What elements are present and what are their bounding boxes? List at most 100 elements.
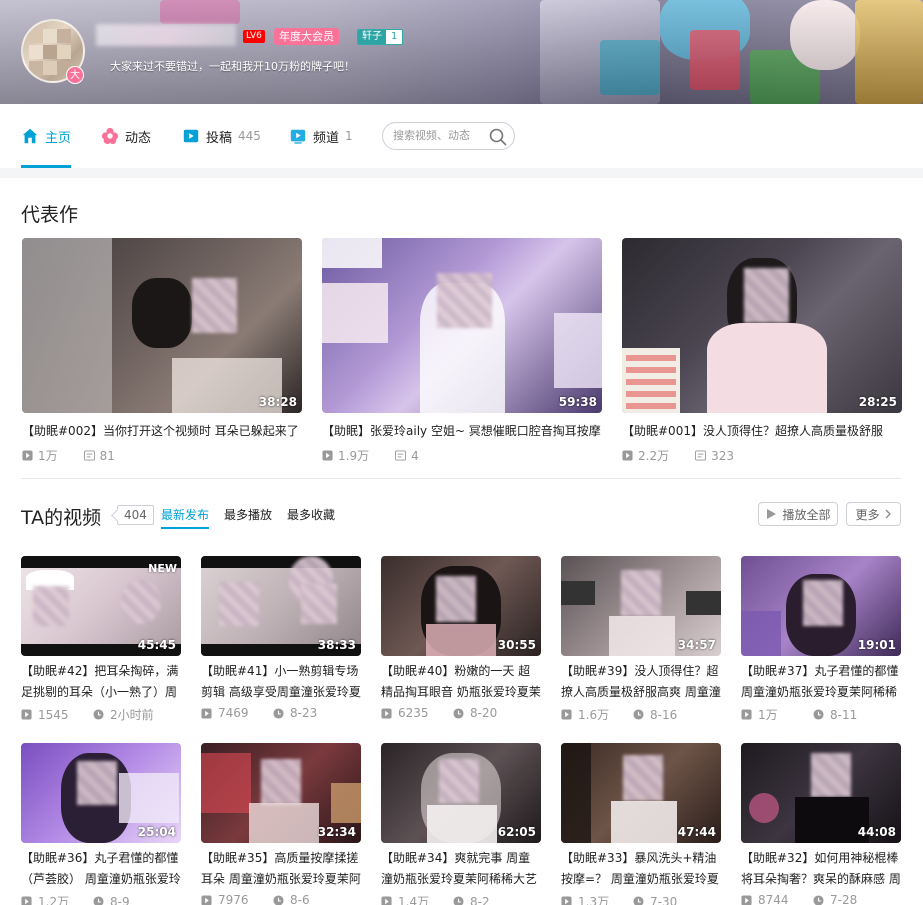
video-card[interactable]: 34:57 【助眠#39】没人顶得住？超撩人高质量极舒服高爽 周童潼 1.6万 … <box>561 556 721 723</box>
play-icon <box>767 509 777 519</box>
video-meta: 1万 81 <box>22 447 302 464</box>
video-card[interactable]: 25:04 【助眠#36】丸子君懂的都懂（芦荟胶） 周童潼奶瓶张爱玲 1.2万 … <box>21 743 181 905</box>
video-card[interactable]: NEW 45:45 【助眠#42】把耳朵掏碎，满足挑剔的耳朵（小一熟了）周 15… <box>21 556 181 723</box>
video-thumbnail[interactable]: 38:28 <box>22 238 302 413</box>
vip-badge[interactable]: 年度大会员 <box>274 28 339 45</box>
channel-icon <box>290 129 306 144</box>
video-thumbnail[interactable]: 19:01 <box>741 556 901 656</box>
play-count: 1.2万 <box>38 895 70 905</box>
tab-dynamic[interactable]: 动态 <box>101 104 151 168</box>
tab-posts[interactable]: 投稿 445 <box>182 104 261 168</box>
tab-home-label: 主页 <box>45 130 72 146</box>
video-card[interactable]: 38:33 【助眠#41】小一熟剪辑专场 剪辑 高级享受周童潼张爱玲夏 7469… <box>201 556 361 720</box>
video-meta: 7469 8-23 <box>201 706 361 720</box>
video-meta: 1.3万 7-30 <box>561 893 721 905</box>
video-title[interactable]: 【助眠#001】没人顶得住？超撩人高质量极舒服 <box>622 422 902 439</box>
play-count-icon <box>381 707 392 719</box>
representative-card[interactable]: 38:28 【助眠#002】当你打开这个视频时 耳朵已躲起来了 1万 81 <box>22 238 302 464</box>
representative-card[interactable]: 59:38 【助眠】张爱玲aily 空姐~ 冥想催眠口腔音掏耳按摩 1.9万 4 <box>322 238 602 464</box>
video-duration: 32:34 <box>317 825 356 839</box>
video-title[interactable]: 【助眠#39】没人顶得住？超撩人高质量极舒服高爽 周童潼 <box>561 661 721 703</box>
clock-icon <box>273 894 284 905</box>
publish-date: 2小时前 <box>110 708 154 722</box>
play-count: 1.6万 <box>578 708 610 722</box>
video-title[interactable]: 【助眠#002】当你打开这个视频时 耳朵已躲起来了 <box>22 422 302 439</box>
representative-card[interactable]: 28:25 【助眠#001】没人顶得住？超撩人高质量极舒服 2.2万 323 <box>622 238 902 464</box>
tab-latest[interactable]: 最新发布 <box>161 506 210 529</box>
video-card[interactable]: 62:05 【助眠#34】爽就完事 周童潼奶瓶张爱玲夏茉阿稀稀大艺术 1.4万 … <box>381 743 541 905</box>
video-title[interactable]: 【助眠#37】丸子君懂的都懂 周童潼奶瓶张爱玲夏茉阿稀稀 <box>741 661 901 703</box>
play-count-icon <box>741 894 752 905</box>
clock-icon <box>633 709 644 720</box>
video-card[interactable]: 44:08 【助眠#32】如何用神秘棍棒将耳朵掏奢？爽呆的酥麻感 周 8744 … <box>741 743 901 905</box>
video-card[interactable]: 30:55 【助眠#40】粉嫩的一天 超精品掏耳眼音 奶瓶张爱玲夏茉阿 6235… <box>381 556 541 720</box>
video-duration: 45:45 <box>137 638 176 652</box>
search-input[interactable]: 搜索视频、动态 <box>382 122 515 150</box>
video-meta: 2.2万 323 <box>622 447 902 464</box>
video-thumbnail[interactable]: 38:33 <box>201 556 361 656</box>
video-thumbnail[interactable]: NEW 45:45 <box>21 556 181 656</box>
play-count: 1545 <box>38 707 69 722</box>
video-thumbnail[interactable]: 25:04 <box>21 743 181 843</box>
tab-home[interactable]: 主页 <box>21 104 72 168</box>
videos-count: 404 <box>117 505 154 525</box>
video-title[interactable]: 【助眠#33】暴风洗头+精油按摩=？ 周童潼奶瓶张爱玲夏 <box>561 848 721 890</box>
video-title[interactable]: 【助眠#42】把耳朵掏碎，满足挑剔的耳朵（小一熟了）周 <box>21 661 181 703</box>
video-duration: 25:04 <box>137 825 176 839</box>
play-all-button[interactable]: 播放全部 <box>758 502 838 526</box>
video-meta: 1万 8-11 <box>741 706 901 723</box>
tab-most-played[interactable]: 最多播放 <box>224 506 272 523</box>
search-placeholder: 搜索视频、动态 <box>393 129 470 142</box>
play-count-icon <box>381 896 392 905</box>
video-title[interactable]: 【助眠#36】丸子君懂的都懂（芦荟胶） 周童潼奶瓶张爱玲 <box>21 848 181 890</box>
more-button[interactable]: 更多 <box>846 502 901 526</box>
video-title[interactable]: 【助眠#32】如何用神秘棍棒将耳朵掏奢？爽呆的酥麻感 周 <box>741 848 901 890</box>
video-thumbnail[interactable]: 44:08 <box>741 743 901 843</box>
chevron-right-icon <box>885 509 891 519</box>
publish-date: 8-20 <box>470 706 498 720</box>
video-duration: 47:44 <box>677 825 716 839</box>
play-count-icon <box>622 450 633 461</box>
tab-channel[interactable]: 频道 1 <box>289 104 353 168</box>
danmaku-icon <box>695 450 707 461</box>
play-count-icon <box>561 709 572 720</box>
clock-icon <box>813 894 824 905</box>
tab-posts-label: 投稿 <box>206 130 233 146</box>
video-title[interactable]: 【助眠】张爱玲aily 空姐~ 冥想催眠口腔音掏耳按摩 <box>322 422 602 439</box>
clock-icon <box>453 896 464 905</box>
video-thumbnail[interactable]: 30:55 <box>381 556 541 656</box>
clock-icon <box>273 707 284 719</box>
video-card[interactable]: 19:01 【助眠#37】丸子君懂的都懂 周童潼奶瓶张爱玲夏茉阿稀稀 1万 8-… <box>741 556 901 723</box>
tab-dynamic-label: 动态 <box>125 130 152 146</box>
tab-posts-count: 445 <box>238 129 261 143</box>
banner-shade <box>0 0 923 104</box>
section-divider <box>21 478 901 479</box>
space-nav: 主页 动态 投稿 445 频道 1 搜索视频、动态 <box>0 104 923 168</box>
video-meta: 7976 8-6 <box>201 893 361 905</box>
video-title[interactable]: 【助眠#41】小一熟剪辑专场 剪辑 高级享受周童潼张爱玲夏 <box>201 661 361 703</box>
play-count: 1.9万 <box>338 449 370 463</box>
fan-medal[interactable]: 轩子 1 <box>357 29 404 45</box>
video-title[interactable]: 【助眠#40】粉嫩的一天 超精品掏耳眼音 奶瓶张爱玲夏茉阿 <box>381 661 541 703</box>
tab-most-favorited[interactable]: 最多收藏 <box>287 506 335 523</box>
publish-date: 8-23 <box>290 706 318 720</box>
video-thumbnail[interactable]: 47:44 <box>561 743 721 843</box>
video-title[interactable]: 【助眠#35】高质量按摩揉搓耳朵 周童潼奶瓶张爱玲夏茉阿 <box>201 848 361 890</box>
video-thumbnail[interactable]: 62:05 <box>381 743 541 843</box>
video-card[interactable]: 47:44 【助眠#33】暴风洗头+精油按摩=？ 周童潼奶瓶张爱玲夏 1.3万 … <box>561 743 721 905</box>
video-card[interactable]: 32:34 【助眠#35】高质量按摩揉搓耳朵 周童潼奶瓶张爱玲夏茉阿 7976 … <box>201 743 361 905</box>
video-duration: 59:38 <box>558 395 597 409</box>
video-meta: 1.4万 8-2 <box>381 893 541 905</box>
space-page: 大 LV6 年度大会员 轩子 1 大家来过不要错过，一起和我开10万粉的牌子吧！… <box>0 0 923 905</box>
video-thumbnail[interactable]: 59:38 <box>322 238 602 413</box>
video-thumbnail[interactable]: 32:34 <box>201 743 361 843</box>
clock-icon <box>633 896 644 905</box>
video-thumbnail[interactable]: 34:57 <box>561 556 721 656</box>
video-title[interactable]: 【助眠#34】爽就完事 周童潼奶瓶张爱玲夏茉阿稀稀大艺术 <box>381 848 541 890</box>
search-icon[interactable] <box>488 127 508 147</box>
publish-date: 8-9 <box>110 894 130 905</box>
tab-channel-label: 频道 <box>313 130 340 146</box>
publish-date: 7-28 <box>830 893 858 905</box>
video-thumbnail[interactable]: 28:25 <box>622 238 902 413</box>
play-count-icon <box>322 450 333 461</box>
